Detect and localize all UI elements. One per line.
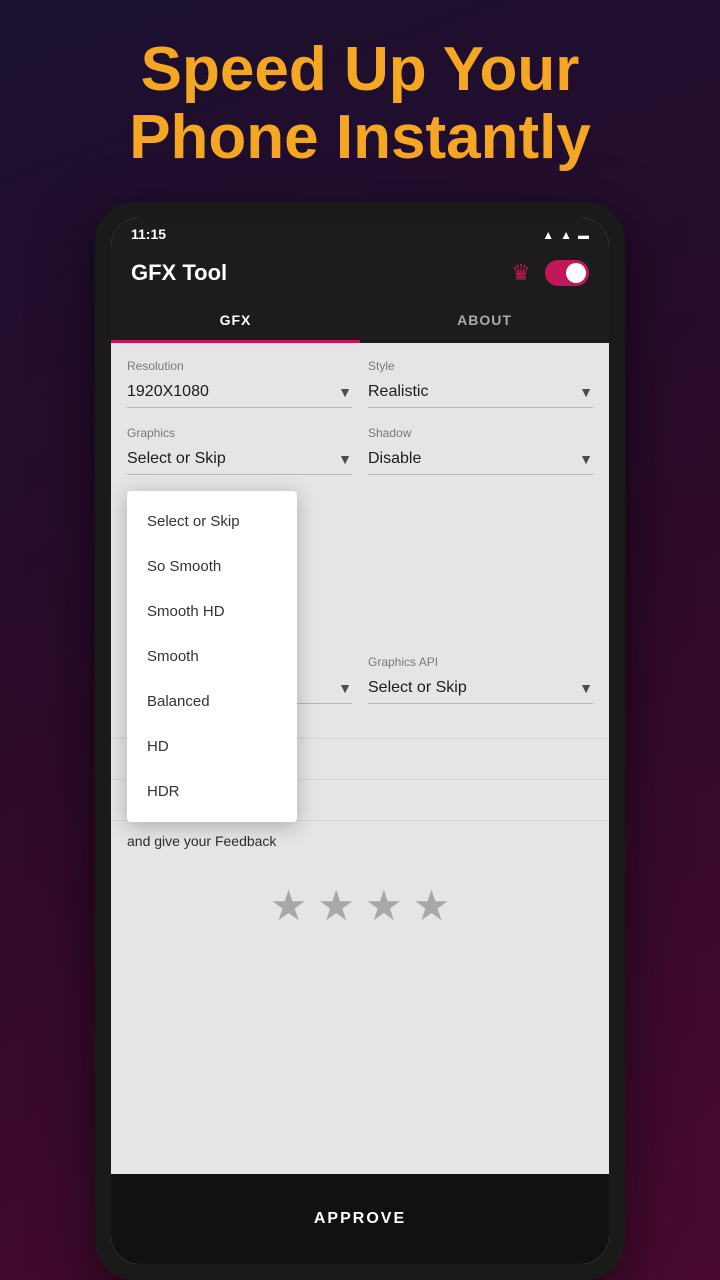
wifi-icon (542, 226, 554, 242)
tab-about[interactable]: ABOUT (360, 300, 609, 343)
dropdown-item-6[interactable]: HDR (127, 769, 297, 814)
graphics-dropdown-menu: Select or Skip So Smooth Smooth HD Smoot… (127, 491, 297, 822)
dropdown-item-3[interactable]: Smooth (127, 634, 297, 679)
header-icons: ♛ (511, 260, 589, 286)
headline-line2: Phone Instantly (129, 103, 591, 172)
crown-icon: ♛ (511, 260, 531, 286)
approve-bar: APPROVE (111, 1174, 609, 1264)
tab-gfx[interactable]: GFX (111, 300, 360, 343)
dropdown-item-4[interactable]: Balanced (127, 679, 297, 724)
headline: Speed Up Your Phone Instantly (0, 0, 720, 202)
content-area: Resolution 1920X1080 ▼ Style Realistic ▼ (111, 343, 609, 1174)
dropdown-item-2[interactable]: Smooth HD (127, 589, 297, 634)
signal-icon (560, 226, 572, 242)
status-icons (542, 226, 589, 242)
headline-line1: Speed Up Your (141, 35, 580, 104)
toggle-knob (566, 263, 586, 283)
status-bar: 11:15 (111, 218, 609, 250)
dropdown-item-0[interactable]: Select or Skip (127, 499, 297, 544)
dropdown-item-1[interactable]: So Smooth (127, 544, 297, 589)
phone-wrapper: 11:15 GFX Tool ♛ GFX ABOUT (95, 202, 625, 1280)
tabs: GFX ABOUT (111, 300, 609, 343)
dropdown-item-5[interactable]: HD (127, 724, 297, 769)
battery-icon (578, 226, 589, 242)
phone-screen: 11:15 GFX Tool ♛ GFX ABOUT (111, 218, 609, 1264)
approve-button[interactable]: APPROVE (127, 1192, 593, 1246)
app-header: GFX Tool ♛ (111, 250, 609, 300)
time: 11:15 (131, 226, 166, 242)
app-title: GFX Tool (131, 260, 227, 286)
toggle-switch[interactable] (545, 260, 589, 286)
